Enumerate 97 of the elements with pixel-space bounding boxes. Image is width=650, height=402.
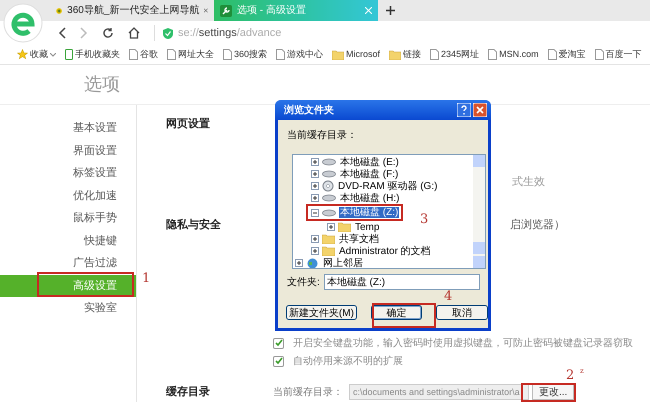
page-icon [276,49,286,60]
folder-icon [332,50,344,60]
folder-label: 文件夹: [287,276,320,290]
dialog-button[interactable]: 确定 [370,305,422,320]
tree-item[interactable]: 本地磁盘 (Z:) [339,207,400,218]
page-icon [430,49,440,60]
sidebar-item[interactable]: 快捷键 [0,230,136,252]
wrench-icon [220,4,232,16]
reload-icon[interactable] [102,27,114,39]
tree-item[interactable]: 网上邻居 [322,258,364,268]
tree-item[interactable]: 本地磁盘 (E:) [339,156,400,168]
page-title: 选项 [84,73,120,96]
sidebar-item[interactable]: 鼠标手势 [0,207,136,230]
dialog-button[interactable]: 新建文件夹(M) [286,305,357,320]
page-icon [223,49,232,60]
tree-item[interactable]: Temp [354,222,380,232]
bookmark-item[interactable]: 2345网址 [430,48,480,62]
dialog-title: 浏览文件夹 [284,104,335,118]
folder-icon [322,246,335,256]
section-heading: 网页设置 [166,116,211,132]
shield-icon [163,28,173,38]
tab-title: 360导航_新一代安全上网导航 [67,4,200,18]
expander-icon[interactable] [311,247,319,255]
checkbox-label: 开启安全键盘功能，输入密码时使用虚拟键盘，可防止密码被键盘记录器窃取 [293,336,633,350]
tree-item[interactable]: 本地磁盘 (F:) [339,168,400,180]
folder-name-field[interactable]: 本地磁盘 (Z:) [324,274,480,290]
setting-text: 式生效 [512,175,545,190]
bookmark-item[interactable]: 360搜索 [223,48,268,62]
drive-icon [322,208,336,216]
globe-icon [306,258,319,268]
caret-icon [50,52,56,56]
expander-icon[interactable] [311,208,319,216]
page-icon [594,49,604,60]
checkbox[interactable] [273,356,284,366]
tree-item[interactable]: Administrator 的文档 [338,246,432,256]
folder-icon [322,234,335,244]
highlight-frame [372,303,436,328]
highlight-frame [521,383,576,402]
folder-icon [389,50,402,60]
close-icon[interactable] [204,7,208,14]
page-icon [167,49,176,60]
folder-icon [338,222,351,232]
bookmark-item[interactable]: 网址大全 [167,48,214,62]
step-number: 4 [444,290,452,303]
section-heading: 隐私与安全 [166,218,222,233]
scrollbar[interactable] [473,155,485,268]
field-label: 当前缓存目录： [273,386,343,400]
address-bar[interactable]: se://settings/advance [154,24,282,42]
checkbox[interactable] [273,338,284,348]
drive-icon [322,194,336,202]
back-icon[interactable] [58,27,66,39]
expander-icon[interactable] [311,182,319,190]
help-icon[interactable] [457,103,471,117]
tree-item[interactable]: 共享文档 [338,234,380,244]
page-icon [129,49,138,60]
bookmark-item[interactable]: 链接 [389,48,422,62]
section-heading: 缓存目录 [166,384,211,400]
sidebar-item[interactable]: 标签设置 [0,162,136,184]
bookmark-item[interactable]: 百度一下 [594,48,642,62]
star-icon [17,49,28,60]
bookmark-item[interactable]: 游戏中心 [276,48,324,62]
expander-icon[interactable] [295,259,303,267]
bookmark-item[interactable]: MSN.com [488,48,539,62]
checkbox-label: 自动停用来源不明的扩展 [293,354,403,368]
bookmark-item[interactable]: 谷歌 [129,48,158,62]
page-icon [548,49,557,60]
expander-icon[interactable] [311,235,319,243]
sidebar-item[interactable]: 实验室 [0,297,136,320]
tree-item[interactable]: 本地磁盘 (H:) [339,192,400,204]
disc-drive-icon [322,180,334,192]
dialog-button[interactable]: 取消 [436,305,488,320]
expander-icon[interactable] [311,158,319,166]
setting-text: 启浏览器） [510,218,566,233]
step-number: 3 [420,213,428,226]
expander-icon[interactable] [327,223,335,231]
drive-icon [322,158,336,166]
bookmark-item[interactable]: Microsof [332,48,380,62]
sidebar-item[interactable]: 界面设置 [0,140,136,162]
drive-icon [322,170,336,178]
bookmark-item[interactable]: 手机收藏夹 [65,48,120,62]
sidebar-item[interactable]: 优化加速 [0,184,136,207]
dialog-prompt: 当前缓存目录： [286,128,358,143]
tree-item[interactable]: DVD-RAM 驱动器 (G:) [337,180,438,192]
home-icon[interactable] [128,27,140,39]
change-button[interactable]: 更改... [532,384,574,400]
expander-icon[interactable] [311,170,319,178]
expander-icon[interactable] [311,194,319,202]
sidebar-item[interactable]: 广告过滤 [0,252,136,274]
tab-title: 选项 - 高级设置 [237,4,307,18]
step-number: 2 [566,369,574,382]
new-tab-icon[interactable] [386,6,395,15]
step-number: 1 [142,272,150,285]
bookmark-item[interactable]: 爱淘宝 [548,48,586,62]
sidebar-item[interactable]: 基本设置 [0,117,136,140]
phone-icon [65,49,73,60]
bookmark-item[interactable]: 收藏 [17,48,56,62]
page-icon [488,49,498,60]
